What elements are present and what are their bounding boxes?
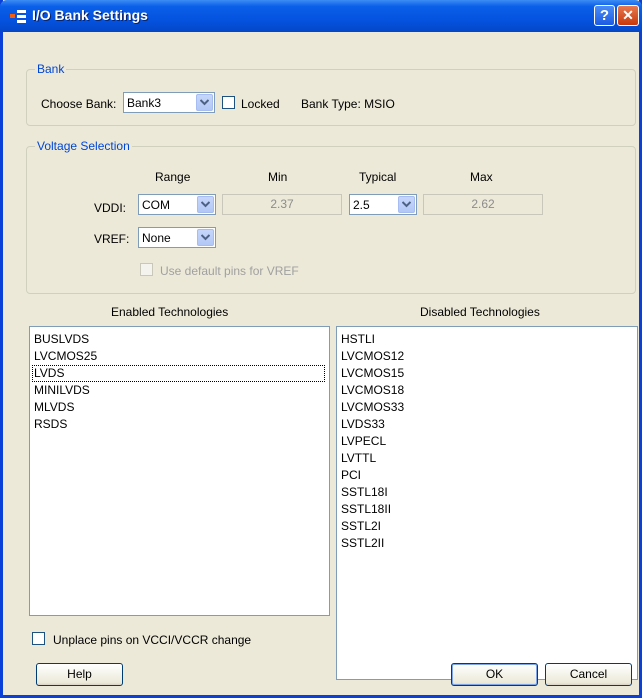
default-pins-checkbox (140, 263, 153, 276)
unplace-pins-checkbox[interactable] (32, 632, 45, 645)
chevron-down-icon[interactable] (196, 94, 213, 111)
close-icon: ✕ (622, 7, 634, 23)
unplace-pins-label: Unplace pins on VCCI/VCCR change (53, 633, 252, 647)
window-title: I/O Bank Settings (32, 7, 148, 23)
list-item[interactable]: SSTL2II (337, 535, 637, 552)
list-item[interactable]: LVDS (32, 365, 325, 382)
io-bank-settings-dialog: I/O Bank Settings ? ✕ Bank Choose Bank: … (0, 0, 642, 698)
list-item[interactable]: RSDS (30, 416, 329, 433)
chevron-down-icon[interactable] (197, 196, 214, 213)
ok-button[interactable]: OK (451, 663, 538, 686)
list-item[interactable]: LVCMOS15 (337, 365, 637, 382)
help-button[interactable]: Help (36, 663, 123, 686)
close-button[interactable]: ✕ (617, 5, 639, 26)
voltage-selection-group: Voltage Selection (26, 139, 636, 294)
list-item[interactable]: SSTL18II (337, 501, 637, 518)
vref-range-select[interactable]: None (138, 227, 216, 248)
max-header: Max (470, 170, 493, 184)
list-item[interactable]: LVDS33 (337, 416, 637, 433)
list-item[interactable]: PCI (337, 467, 637, 484)
locked-label: Locked (241, 97, 280, 111)
vddi-typical-select[interactable]: 2.5 (349, 194, 417, 215)
locked-checkbox[interactable] (222, 96, 235, 109)
list-item[interactable]: SSTL2I (337, 518, 637, 535)
chevron-down-icon[interactable] (197, 229, 214, 246)
list-item[interactable]: BUSLVDS (30, 331, 329, 348)
enabled-technologies-list[interactable]: BUSLVDS LVCMOS25 LVDS MINILVDS MLVDS RSDS (29, 326, 330, 616)
bank-select[interactable]: Bank3 (123, 92, 215, 113)
title-bar[interactable]: I/O Bank Settings ? ✕ (0, 0, 642, 32)
vddi-range-select[interactable]: COM (138, 194, 216, 215)
list-item[interactable]: LVCMOS25 (30, 348, 329, 365)
app-icon (10, 10, 26, 24)
range-header: Range (155, 170, 191, 184)
bank-select-value: Bank3 (127, 96, 162, 110)
voltage-legend: Voltage Selection (35, 139, 132, 153)
disabled-technologies-header: Disabled Technologies (420, 305, 540, 319)
help-title-button[interactable]: ? (594, 5, 615, 26)
typical-header: Typical (359, 170, 397, 184)
list-item[interactable]: LVTTL (337, 450, 637, 467)
vddi-min-field: 2.37 (222, 194, 342, 215)
enabled-technologies-header: Enabled Technologies (111, 305, 229, 319)
list-item[interactable]: SSTL18I (337, 484, 637, 501)
vddi-range-value: COM (142, 198, 170, 212)
list-item[interactable]: LVCMOS12 (337, 348, 637, 365)
vddi-label: VDDI: (94, 201, 127, 215)
choose-bank-label: Choose Bank: (41, 97, 117, 111)
disabled-technologies-list[interactable]: HSTLI LVCMOS12 LVCMOS15 LVCMOS18 LVCMOS33 LVD… (336, 326, 638, 680)
vref-range-value: None (142, 231, 171, 245)
vddi-typical-value: 2.5 (353, 198, 370, 212)
bank-type-text: Bank Type: MSIO (301, 97, 395, 111)
bank-legend: Bank (35, 62, 67, 76)
list-item[interactable]: LVPECL (337, 433, 637, 450)
default-pins-label: Use default pins for VREF (160, 264, 299, 278)
vref-label: VREF: (94, 232, 130, 246)
vddi-max-field: 2.62 (423, 194, 543, 215)
list-item[interactable]: MLVDS (30, 399, 329, 416)
list-item[interactable]: LVCMOS33 (337, 399, 637, 416)
list-item[interactable]: HSTLI (337, 331, 637, 348)
cancel-button[interactable]: Cancel (545, 663, 632, 686)
min-header: Min (268, 170, 288, 184)
list-item[interactable]: MINILVDS (30, 382, 329, 399)
chevron-down-icon[interactable] (398, 196, 415, 213)
list-item[interactable]: LVCMOS18 (337, 382, 637, 399)
